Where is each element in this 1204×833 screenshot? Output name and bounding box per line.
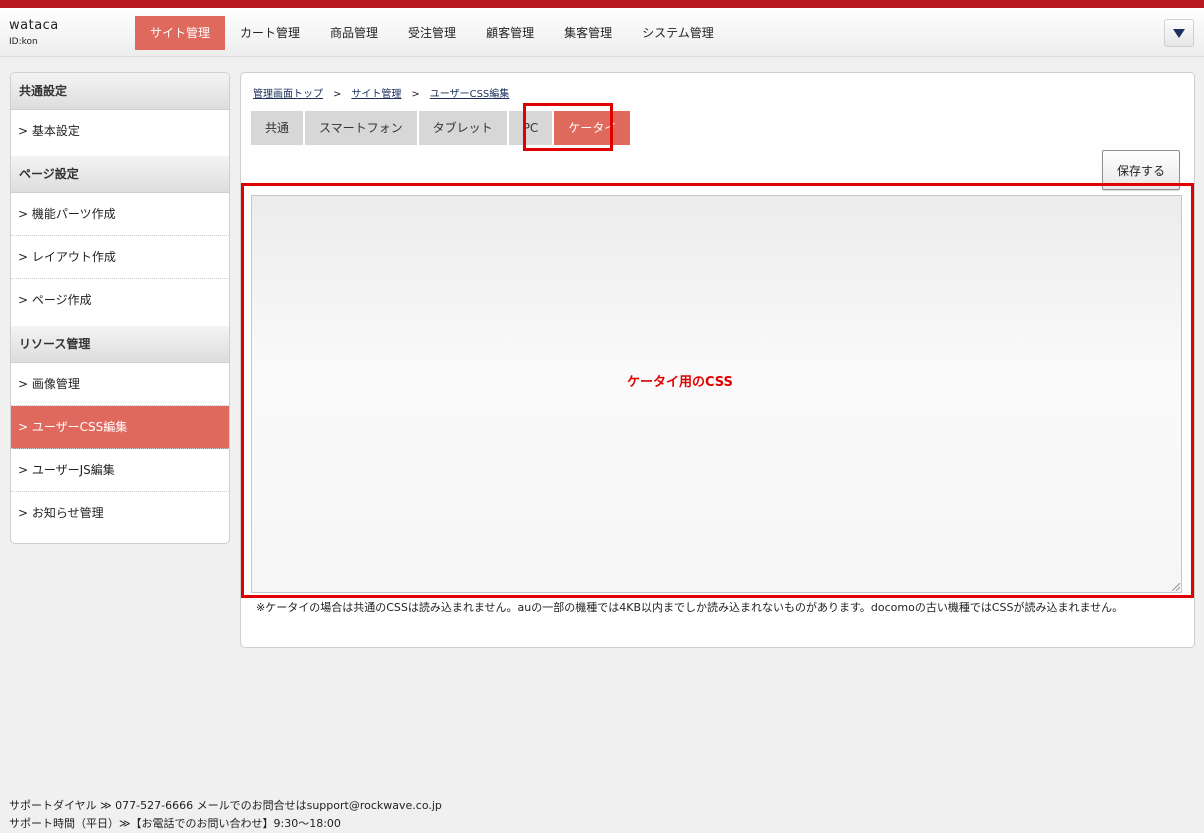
sidebar-item-page[interactable]: > ページ作成 <box>11 279 229 326</box>
main-nav: サイト管理 カート管理 商品管理 受注管理 顧客管理 集客管理 システム管理 <box>135 16 729 50</box>
breadcrumb: 管理画面トップ > サイト管理 > ユーザーCSS編集 <box>253 85 509 100</box>
sidebar: 共通設定 > 基本設定 ページ設定 > 機能パーツ作成 > レイアウト作成 > … <box>10 72 230 544</box>
nav-site[interactable]: サイト管理 <box>135 16 226 50</box>
triangle-down-icon <box>1173 28 1185 38</box>
menu-dropdown-button[interactable] <box>1164 19 1194 47</box>
sidebar-item-images[interactable]: > 画像管理 <box>11 363 229 406</box>
sidebar-section-common: 共通設定 <box>11 73 229 110</box>
nav-marketing[interactable]: 集客管理 <box>549 16 627 50</box>
support-hours: サポート時間（平日）≫【お電話でのお問い合わせ】9:30～18:00 <box>9 817 341 830</box>
brand: wataca ID:kon <box>9 18 59 47</box>
nav-cart[interactable]: カート管理 <box>225 16 315 50</box>
breadcrumb-admin-top[interactable]: 管理画面トップ <box>253 89 323 100</box>
user-id: ID:kon <box>9 37 38 47</box>
sidebar-item-parts[interactable]: > 機能パーツ作成 <box>11 193 229 236</box>
sidebar-item-basic-settings[interactable]: > 基本設定 <box>11 110 229 156</box>
sidebar-item-layout[interactable]: > レイアウト作成 <box>11 236 229 279</box>
support-contact: サポートダイヤル ≫ 077-527-6666 メールでのお問合せはsuppor… <box>9 799 442 812</box>
tab-tablet[interactable]: タブレット <box>418 111 507 145</box>
nav-orders[interactable]: 受注管理 <box>393 16 471 50</box>
breadcrumb-separator: > <box>411 89 420 100</box>
breadcrumb-site[interactable]: サイト管理 <box>351 89 401 100</box>
header: wataca ID:kon サイト管理 カート管理 商品管理 受注管理 顧客管理… <box>0 8 1204 57</box>
brand-name: wataca <box>9 18 59 33</box>
nav-products[interactable]: 商品管理 <box>315 16 393 50</box>
save-button[interactable]: 保存する <box>1102 150 1180 190</box>
tab-common[interactable]: 共通 <box>251 111 304 145</box>
top-accent-bar <box>0 0 1204 8</box>
breadcrumb-separator: > <box>333 89 342 100</box>
tab-highlight-box <box>523 103 613 151</box>
sidebar-item-user-css[interactable]: > ユーザーCSS編集 <box>11 406 229 449</box>
nav-system[interactable]: システム管理 <box>627 16 729 50</box>
sidebar-item-user-js[interactable]: > ユーザーJS編集 <box>11 449 229 492</box>
sidebar-item-news[interactable]: > お知らせ管理 <box>11 492 229 540</box>
sidebar-section-page: ページ設定 <box>11 156 229 193</box>
tab-smartphone[interactable]: スマートフォン <box>305 111 417 145</box>
resize-grip-icon[interactable] <box>1172 583 1180 591</box>
breadcrumb-user-css[interactable]: ユーザーCSS編集 <box>430 89 509 100</box>
sidebar-section-resources: リソース管理 <box>11 326 229 363</box>
main-panel: 管理画面トップ > サイト管理 > ユーザーCSS編集 共通 スマートフォン タブレット… <box>240 72 1195 648</box>
footer: サポートダイヤル ≫ 077-527-6666 メールでのお問合せはsuppor… <box>9 797 442 833</box>
nav-customers[interactable]: 顧客管理 <box>471 16 549 50</box>
editor-annotation: ケータイ用のCSS <box>627 375 733 390</box>
css-editor-textarea[interactable] <box>251 195 1182 593</box>
mobile-css-note: ※ケータイの場合は共通のCSSは読み込まれません。auの一部の機種では4KB以内… <box>256 601 1124 614</box>
